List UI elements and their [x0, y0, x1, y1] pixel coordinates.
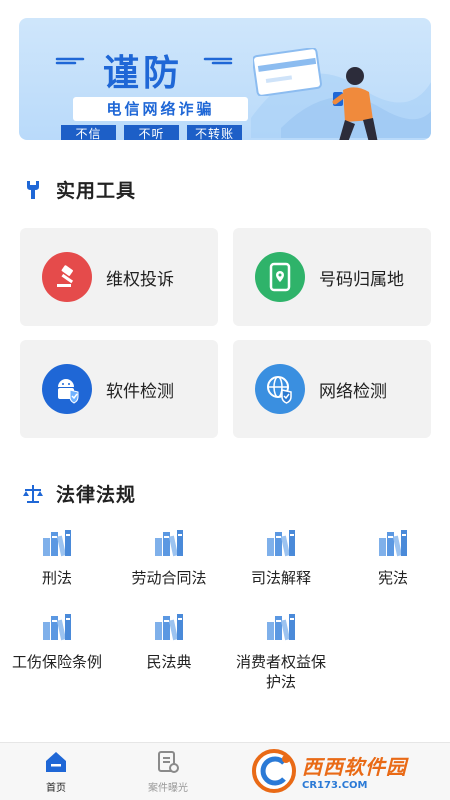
banner-tag: 不信 [61, 125, 116, 140]
banner-tag: 不听 [124, 125, 179, 140]
tool-card-complaint[interactable]: 维权投诉 [20, 228, 218, 326]
nav-label: 案件曝光 [148, 783, 188, 794]
law-book-icon [155, 614, 183, 641]
law-item[interactable]: 刑法 [1, 526, 113, 588]
android-shield-icon [42, 364, 92, 414]
banner-tags: 不信 不听 不转账 [61, 125, 242, 140]
left-arrow-icon [55, 57, 85, 65]
globe-shield-icon [255, 364, 305, 414]
home-icon [46, 752, 66, 772]
watermark-subtext: CR173.COM [302, 780, 368, 791]
laws-section-header: 法律法规 [22, 480, 136, 507]
banner-carousel[interactable]: 谨防 电信网络诈骗 不信 不听 不转账 [19, 18, 431, 140]
tools-section-title: 实用工具 [56, 180, 137, 202]
banner-subtitle: 电信网络诈骗 [73, 97, 248, 121]
tool-label: 号码归属地 [319, 269, 404, 290]
laws-section-title: 法律法规 [56, 484, 137, 506]
banner-title: 谨防 [103, 53, 184, 94]
nav-item-home[interactable]: 首页 [0, 743, 112, 800]
phone-location-icon [255, 252, 305, 302]
law-item[interactable]: 消费者权益保护法 [225, 610, 337, 692]
right-arrow-icon [203, 57, 233, 65]
law-label: 司法解释 [250, 569, 311, 587]
nav-item-cases[interactable]: 案件曝光 [112, 743, 224, 800]
law-label: 劳动合同法 [131, 569, 207, 587]
law-item[interactable]: 民法典 [113, 610, 225, 672]
tool-card-number-location[interactable]: 号码归属地 [233, 228, 431, 326]
bank-card-icon [253, 48, 322, 96]
law-book-icon [267, 614, 295, 641]
law-item[interactable]: 工伤保险条例 [1, 610, 113, 672]
law-label: 刑法 [41, 569, 72, 587]
law-label: 消费者权益保护法 [235, 653, 326, 691]
law-label: 工伤保险条例 [11, 653, 102, 671]
tool-label: 维权投诉 [106, 269, 174, 290]
person-with-phone-icon [332, 67, 378, 140]
watermark-text: 西西软件园 [302, 755, 407, 779]
tool-card-network-check[interactable]: 网络检测 [233, 340, 431, 438]
law-book-icon [43, 614, 71, 641]
case-document-icon [158, 751, 179, 773]
law-book-icon [267, 530, 295, 557]
tool-label: 软件检测 [106, 381, 174, 402]
law-item[interactable]: 劳动合同法 [113, 526, 225, 588]
tool-label: 网络检测 [319, 381, 387, 402]
site-watermark: 西西软件园 CR173.COM [250, 745, 432, 797]
watermark-logo-icon [252, 749, 296, 793]
law-book-icon [379, 530, 407, 557]
wrench-icon [27, 180, 39, 199]
tool-card-software-check[interactable]: 软件检测 [20, 340, 218, 438]
law-item[interactable]: 司法解释 [225, 526, 337, 588]
scales-icon [23, 484, 43, 503]
gavel-icon [42, 252, 92, 302]
law-label: 民法典 [146, 653, 192, 671]
law-label: 宪法 [377, 569, 408, 587]
nav-label: 首页 [46, 783, 66, 794]
law-item[interactable]: 宪法 [337, 526, 449, 588]
banner-tag: 不转账 [187, 125, 242, 140]
tools-section-header: 实用工具 [22, 176, 136, 203]
law-book-icon [155, 530, 183, 557]
law-book-icon [43, 530, 71, 557]
